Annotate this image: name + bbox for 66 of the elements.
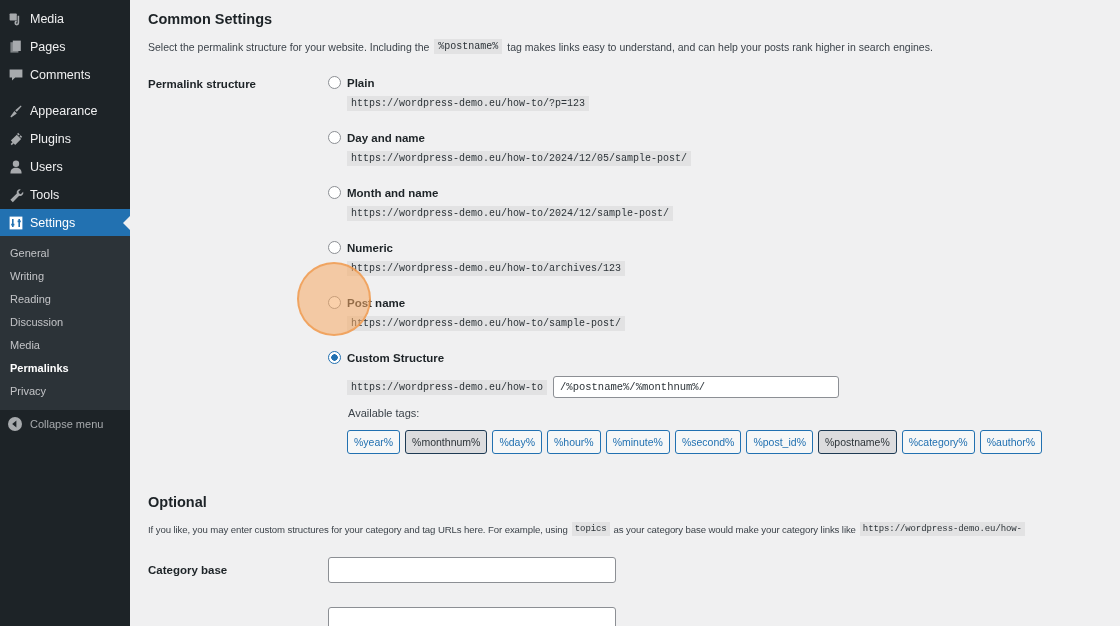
code-snippet: https://wordpress-demo.eu/how- bbox=[859, 522, 1025, 536]
field-label: Category base bbox=[148, 564, 228, 576]
tag-button[interactable]: %monthnum% bbox=[405, 430, 488, 454]
submenu-item[interactable]: Media bbox=[0, 334, 130, 357]
url-prefix: https://wordpress-demo.eu/how-to bbox=[347, 379, 548, 395]
tag-button[interactable]: %category% bbox=[901, 430, 975, 454]
wrench-icon bbox=[8, 187, 24, 203]
tag-button[interactable]: %day% bbox=[492, 430, 542, 454]
tag-button[interactable]: %minute% bbox=[605, 430, 670, 454]
radio-button[interactable] bbox=[328, 76, 341, 89]
menu-item[interactable]: Settings bbox=[0, 209, 130, 236]
tag-button[interactable]: %postname% bbox=[817, 430, 897, 454]
tag-button[interactable]: %author% bbox=[979, 430, 1043, 454]
radio-button[interactable] bbox=[328, 186, 341, 199]
tag-button[interactable]: %year% bbox=[347, 430, 401, 454]
plug-icon bbox=[8, 131, 24, 147]
option-label[interactable]: Day and name bbox=[347, 131, 425, 144]
collapse-icon bbox=[8, 417, 22, 431]
speech-bubble-icon bbox=[8, 67, 24, 83]
menu-item[interactable]: Comments bbox=[0, 61, 130, 89]
description-text: If you like, you may enter custom structures for your category and tag URLs here. For example, using bbox=[148, 523, 568, 535]
code-snippet: topics bbox=[571, 522, 610, 536]
submenu-item[interactable]: General bbox=[0, 242, 130, 265]
field-label: Permalink structure bbox=[148, 77, 257, 92]
text-field[interactable] bbox=[328, 557, 616, 583]
code-snippet: %postname% bbox=[434, 39, 503, 54]
available-tags-label: Available tags: bbox=[348, 407, 421, 419]
menu-item[interactable]: Pages bbox=[0, 33, 130, 61]
option-label[interactable]: Plain bbox=[347, 76, 375, 89]
example-url: https://wordpress-demo.eu/how-to/2024/12/sample-post/ bbox=[347, 206, 674, 221]
submenu-item[interactable]: Permalinks bbox=[0, 357, 130, 380]
option-label[interactable]: Custom Structure bbox=[347, 351, 445, 364]
radio-button[interactable] bbox=[328, 131, 341, 144]
option-label[interactable]: Month and name bbox=[347, 186, 439, 199]
tag-button[interactable]: %post_id% bbox=[746, 430, 813, 454]
radio-button[interactable] bbox=[328, 241, 341, 254]
submenu-item[interactable]: Writing bbox=[0, 265, 130, 288]
section-title: Common Settings bbox=[148, 11, 274, 27]
example-url: https://wordpress-demo.eu/how-to/?p=123 bbox=[347, 96, 590, 111]
example-url: https://wordpress-demo.eu/how-to/archives/123 bbox=[347, 261, 626, 276]
person-icon bbox=[8, 159, 24, 175]
text-field[interactable] bbox=[328, 607, 616, 626]
description-text: Select the permalink structure for your website. Including the bbox=[148, 40, 430, 53]
menu-item[interactable]: Media bbox=[0, 5, 130, 33]
pages-icon bbox=[8, 39, 24, 55]
submenu-item[interactable]: Privacy bbox=[0, 380, 130, 403]
description-text: tag makes links easy to understand, and can help your posts rank higher in search engines. bbox=[507, 40, 933, 53]
option-label[interactable]: Post name bbox=[347, 296, 406, 309]
submenu-item[interactable]: Discussion bbox=[0, 311, 130, 334]
menu-item[interactable]: Users bbox=[0, 153, 130, 181]
brush-icon bbox=[8, 103, 24, 119]
tag-button[interactable]: %second% bbox=[674, 430, 742, 454]
radio-button[interactable] bbox=[328, 351, 341, 364]
collapse-menu-button[interactable]: Collapse menu bbox=[0, 410, 130, 438]
section-title: Optional bbox=[148, 494, 208, 510]
option-label[interactable]: Numeric bbox=[347, 241, 394, 254]
sliders-icon bbox=[8, 214, 24, 231]
example-url: https://wordpress-demo.eu/how-to/2024/12/05/sample-post/ bbox=[347, 151, 692, 166]
radio-button[interactable] bbox=[328, 296, 341, 309]
tag-button[interactable]: %hour% bbox=[547, 430, 601, 454]
custom-structure-field[interactable]: /%postname%/%monthnum%/ bbox=[553, 376, 840, 398]
submenu-item[interactable]: Reading bbox=[0, 288, 130, 311]
description-text: as your category base would make your category links like bbox=[613, 523, 856, 535]
menu-item[interactable]: Plugins bbox=[0, 125, 130, 153]
menu-item[interactable]: Appearance bbox=[0, 97, 130, 125]
menu-item[interactable]: Tools bbox=[0, 181, 130, 209]
